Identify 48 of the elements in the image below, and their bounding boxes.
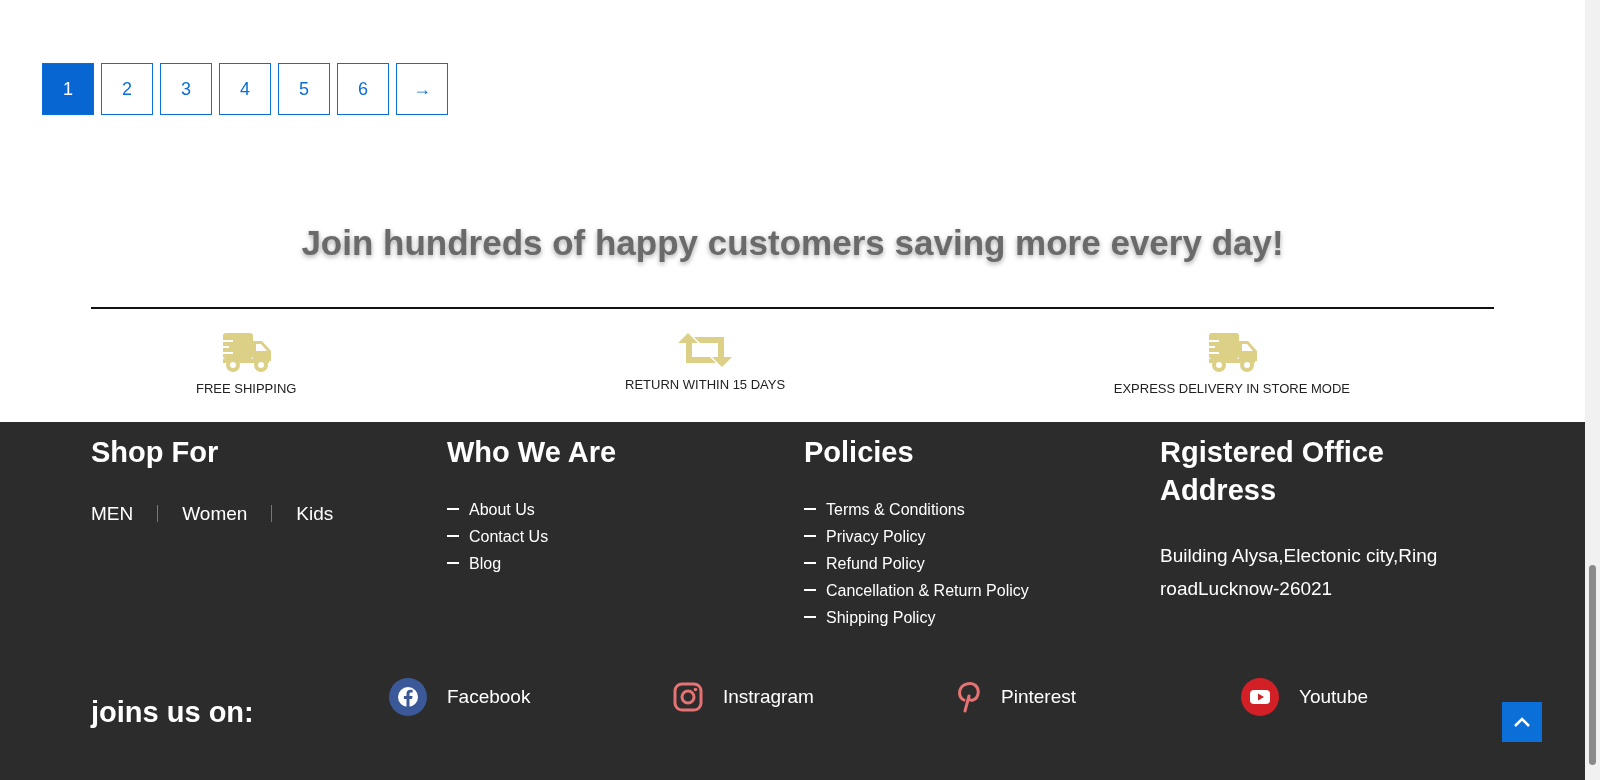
chevron-up-icon — [1513, 716, 1531, 728]
footer-link[interactable]: Contact Us — [469, 522, 549, 550]
social-link[interactable]: Youtube — [1241, 678, 1525, 717]
footer-link[interactable]: Cancellation & Return Policy — [826, 576, 1029, 604]
column-heading: Shop For — [91, 435, 220, 470]
instagram-icon — [673, 682, 703, 713]
social-heading: joins us on: — [91, 694, 255, 730]
page-button[interactable]: 3 — [160, 63, 212, 115]
social-link[interactable]: Facebook — [389, 678, 673, 717]
page-button[interactable]: 5 — [278, 63, 330, 115]
pinterest-icon — [957, 681, 981, 714]
footer-link[interactable]: Privacy Policy — [826, 522, 926, 550]
dash-icon — [804, 508, 816, 511]
page-button[interactable]: 6 — [337, 63, 389, 115]
social-link[interactable]: Instragram — [673, 682, 957, 713]
dash-icon — [804, 535, 816, 538]
dash-icon — [447, 535, 459, 538]
footer-link[interactable]: Refund Policy — [826, 549, 925, 577]
facebook-icon — [389, 678, 427, 717]
column-heading: Who We Are — [447, 435, 618, 470]
feature-label: RETURN WITHIN 15 DAYS — [625, 376, 786, 394]
footer-link[interactable]: Women — [182, 499, 248, 529]
page-button[interactable]: 1 — [42, 63, 94, 115]
footer-link[interactable]: Kids — [296, 499, 334, 529]
dash-icon — [804, 616, 816, 619]
dash-icon — [447, 508, 459, 511]
footer-link[interactable]: Shipping Policy — [826, 603, 936, 631]
back-to-top-button[interactable] — [1502, 702, 1542, 742]
footer-link[interactable]: Blog — [469, 549, 502, 577]
footer-link[interactable]: About Us — [469, 495, 535, 523]
social-link[interactable]: Pinterest — [957, 681, 1241, 714]
footer-link[interactable]: Terms & Conditions — [826, 495, 965, 523]
tagline: Join hundreds of happy customers saving more every day! — [300, 222, 1285, 264]
repeat-icon — [678, 331, 733, 369]
feature-label: EXPRESS DELIVERY IN STORE MODE — [1113, 380, 1350, 398]
page-button[interactable]: → — [396, 63, 448, 115]
dash-icon — [804, 562, 816, 565]
column-heading: Policies — [804, 435, 915, 470]
scrollbar[interactable] — [1585, 0, 1600, 780]
feature-label: FREE SHIPPING — [196, 380, 297, 398]
page-button[interactable]: 2 — [101, 63, 153, 115]
page-button[interactable]: 4 — [219, 63, 271, 115]
column-heading: Rgistered Office Address — [1160, 435, 1385, 508]
dash-icon — [804, 589, 816, 592]
address-text: Building Alysa,Electonic city,Ring roadLucknow-26021 — [1160, 544, 1439, 602]
footer-link[interactable]: MEN — [91, 499, 134, 529]
dash-icon — [447, 562, 459, 565]
youtube-icon — [1241, 678, 1279, 717]
